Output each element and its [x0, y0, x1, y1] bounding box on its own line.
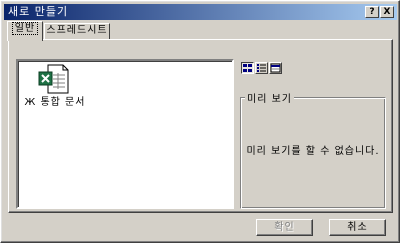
cancel-button[interactable]: 취소: [329, 219, 386, 236]
template-list[interactable]: Ж 통합 문서: [16, 59, 234, 209]
ok-button[interactable]: 확인: [256, 219, 313, 236]
list-view-icon: [257, 64, 266, 72]
help-button[interactable]: ?: [365, 6, 379, 18]
details-view-icon: [270, 63, 281, 73]
tab-general-label: 일반: [11, 22, 39, 35]
close-button[interactable]: X: [380, 6, 394, 18]
details-view-button[interactable]: [269, 62, 282, 74]
preview-label: 미리 보기: [245, 90, 294, 105]
dialog-title: 새로 만들기: [8, 5, 69, 18]
close-icon: X: [383, 7, 391, 17]
large-icons-view-icon: [243, 64, 252, 72]
list-view-button[interactable]: [255, 62, 268, 74]
excel-workbook-icon: [38, 64, 69, 94]
large-icons-view-button[interactable]: [241, 62, 254, 74]
title-bar[interactable]: 새로 만들기 ? X: [4, 4, 397, 20]
tab-spreadsheet-label: 스프레드시트: [46, 25, 108, 36]
tab-general[interactable]: 일반: [7, 21, 43, 41]
file-item-label: Ж 통합 문서: [24, 97, 86, 108]
new-document-dialog: 새로 만들기 ? X 일반 스프레드시트 Ж 통합 문서 미리 보기 미리 보기…: [0, 0, 400, 243]
preview-message: 미리 보기를 할 수 없습니다.: [246, 146, 380, 157]
tab-spreadsheet[interactable]: 스프레드시트: [44, 23, 110, 40]
help-icon: ?: [369, 7, 375, 17]
